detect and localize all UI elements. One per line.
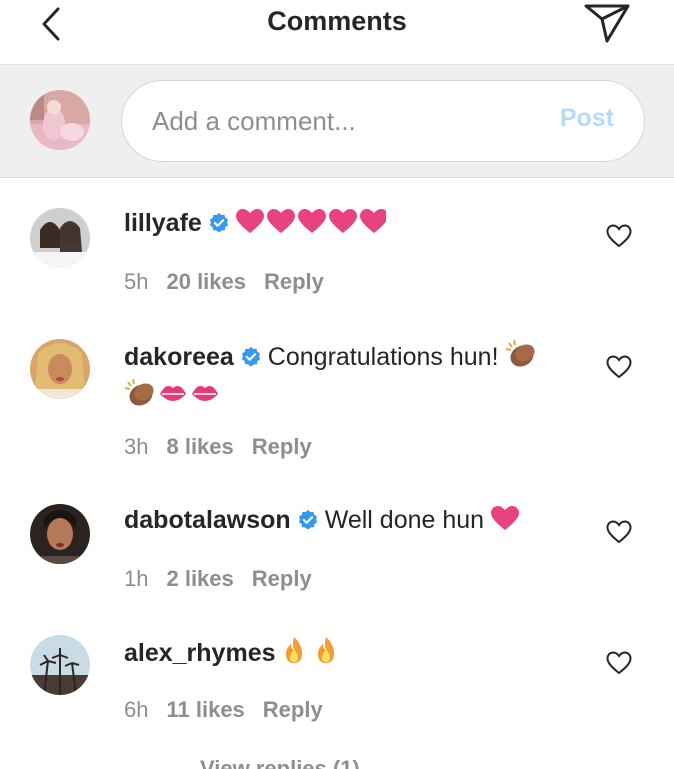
likes-count[interactable]: 2 likes: [166, 566, 233, 591]
username[interactable]: alex_rhymes: [124, 639, 276, 667]
comment-time: 5h: [124, 269, 149, 294]
reply-button[interactable]: Reply: [252, 434, 312, 459]
comment-composer: Post: [0, 64, 674, 178]
current-user-avatar: [30, 90, 90, 150]
kiss-mark-emoji: [158, 380, 220, 417]
comment-text: dakoreea Congratulations hun!: [124, 339, 564, 417]
avatar[interactable]: [30, 635, 90, 695]
comment-body: Well done hun: [324, 506, 485, 534]
reply-button[interactable]: Reply: [252, 566, 312, 591]
fire-emoji-row: [282, 635, 342, 674]
comment-time: 6h: [124, 697, 149, 722]
heart-icon[interactable]: [606, 651, 632, 675]
heart-icon[interactable]: [606, 355, 632, 379]
comment-meta: 6h 11 likes Reply: [124, 697, 341, 723]
comment-meta: 3h 8 likes Reply: [124, 434, 330, 460]
comment-time: 1h: [124, 566, 149, 591]
username[interactable]: lillyafe: [124, 209, 202, 237]
direct-message-icon[interactable]: [583, 2, 631, 44]
view-replies-link[interactable]: View replies (1): [200, 756, 360, 769]
verified-badge-icon: [209, 212, 228, 233]
page-title: Comments: [267, 6, 407, 36]
avatar[interactable]: [30, 339, 90, 399]
likes-count[interactable]: 8 likes: [166, 434, 233, 459]
heart-icon[interactable]: [606, 520, 632, 544]
heart-emoji: [491, 506, 520, 541]
likes-count[interactable]: 20 likes: [166, 269, 246, 294]
username[interactable]: dabotalawson: [124, 506, 291, 534]
comment-input-box: Post: [121, 80, 645, 162]
heart-icon[interactable]: [606, 224, 632, 248]
comment-body: Congratulations hun!: [267, 343, 499, 371]
comment-text: lillyafe: [124, 207, 564, 244]
comments-screen: Comments Post: [0, 0, 674, 769]
likes-count[interactable]: 11 likes: [166, 697, 244, 722]
comment-meta: 5h 20 likes Reply: [124, 269, 342, 295]
comment-text: dabotalawson Well done hun: [124, 504, 564, 541]
heart-emoji-row: [235, 209, 388, 244]
avatar[interactable]: [30, 208, 90, 268]
comment-time: 3h: [124, 434, 149, 459]
verified-badge-icon: [298, 509, 317, 530]
verified-badge-icon: [241, 346, 260, 367]
clapping-hands-emoji: [124, 378, 158, 417]
comment-meta: 1h 2 likes Reply: [124, 566, 330, 592]
top-bar: Comments: [0, 0, 674, 64]
comment-input[interactable]: [152, 99, 532, 143]
avatar[interactable]: [30, 504, 90, 564]
post-button[interactable]: Post: [560, 104, 614, 133]
reply-button[interactable]: Reply: [263, 697, 323, 722]
reply-button[interactable]: Reply: [264, 269, 324, 294]
clapping-hands-emoji: [505, 339, 539, 378]
username[interactable]: dakoreea: [124, 343, 234, 371]
comment-text: alex_rhymes: [124, 635, 564, 674]
